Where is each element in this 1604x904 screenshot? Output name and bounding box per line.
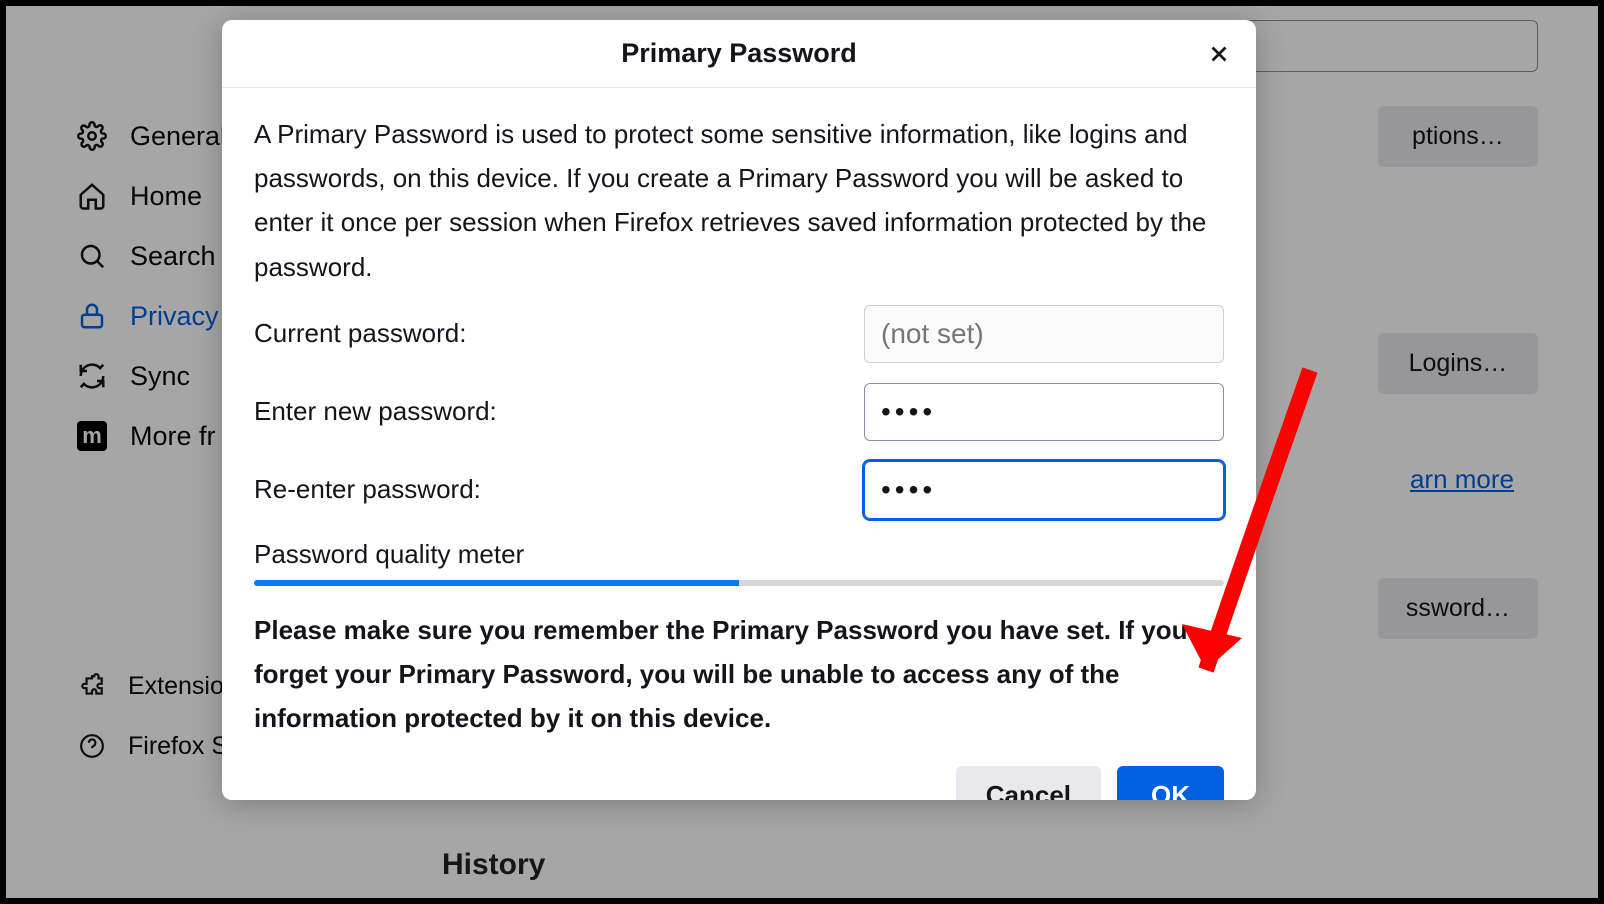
dialog-description: A Primary Password is used to protect so… [254,112,1224,289]
cancel-button[interactable]: Cancel [956,766,1101,800]
dialog-header: Primary Password [222,20,1256,88]
dialog-footer: Cancel OK [254,760,1224,800]
new-password-label: Enter new password: [254,396,497,427]
reenter-password-input[interactable] [864,461,1224,519]
new-password-row: Enter new password: [254,383,1224,441]
ok-button[interactable]: OK [1117,766,1224,800]
dialog-warning: Please make sure you remember the Primar… [254,608,1224,741]
dialog-body: A Primary Password is used to protect so… [222,88,1256,800]
close-icon [1206,41,1232,67]
dialog-title: Primary Password [621,38,857,68]
current-password-input [864,305,1224,363]
reenter-password-row: Re-enter password: [254,461,1224,519]
current-password-row: Current password: [254,305,1224,363]
primary-password-dialog: Primary Password A Primary Password is u… [222,20,1256,800]
password-quality-meter [254,580,1224,586]
close-button[interactable] [1202,37,1236,71]
meter-fill [254,580,739,586]
reenter-password-label: Re-enter password: [254,474,481,505]
current-password-label: Current password: [254,318,466,349]
meter-label: Password quality meter [254,539,1224,570]
new-password-input[interactable] [864,383,1224,441]
